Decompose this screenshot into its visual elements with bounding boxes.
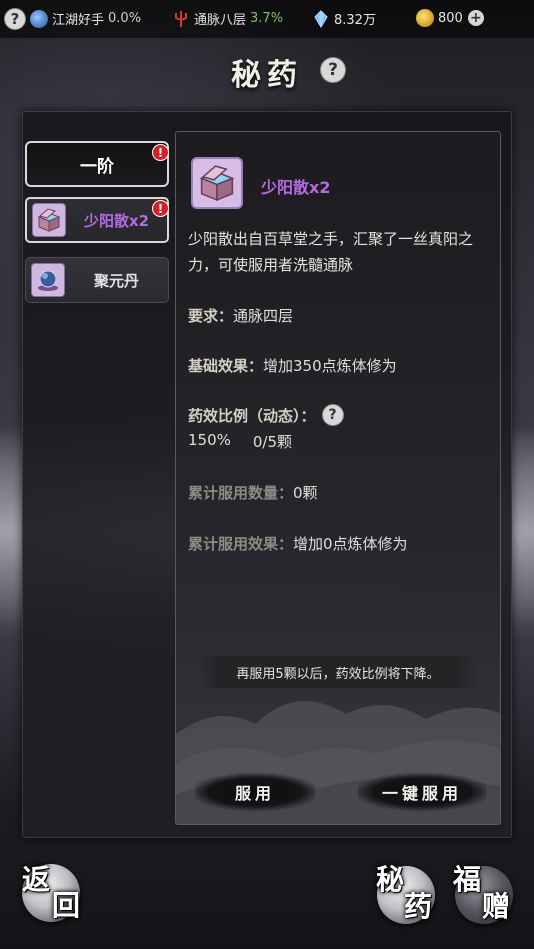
title-help-icon[interactable]: ? xyxy=(320,57,346,83)
orb-icon xyxy=(31,263,65,297)
tier-label: 一阶 xyxy=(80,156,114,177)
gift-text-bottom: 赠 xyxy=(482,890,511,923)
yinyang-icon xyxy=(30,9,48,28)
total-effect-label: 累计服用效果： xyxy=(188,535,294,553)
ratio-help-icon[interactable]: ? xyxy=(321,404,344,426)
item-alert-badge: ! xyxy=(152,200,169,217)
tier-alert-badge: ! xyxy=(152,144,169,161)
coin-count: 800 xyxy=(438,10,463,26)
coin-icon xyxy=(416,9,434,27)
item-juyuandan[interactable]: 聚元丹 xyxy=(25,257,169,303)
crystal-stat[interactable]: 8.32万 xyxy=(312,9,376,28)
selected-item-icon xyxy=(191,157,243,209)
requirement-value: 通脉四层 xyxy=(233,307,294,325)
dosage-notice: 再服用5颗以后，药效比例将下降。 xyxy=(198,656,478,688)
ratio-percent: 150% xyxy=(188,431,231,449)
total-effect-row: 累计服用效果： 增加0点炼体修为 xyxy=(188,533,408,554)
requirement-label: 要求： xyxy=(188,307,234,325)
elixir-text-top: 秘 xyxy=(376,863,405,896)
base-effect-value: 增加350点炼体修为 xyxy=(263,357,397,375)
total-count-row: 累计服用数量： 0颗 xyxy=(188,482,318,503)
page-title: 秘药 xyxy=(231,58,303,93)
item-label: 少阳散x2 xyxy=(83,211,150,230)
top-status-bar: ? 江湖好手 0.0% 通脉八层 3.7% 8.32万 800 + xyxy=(0,0,534,38)
trident-icon xyxy=(175,10,187,27)
ratio-label: 药效比例（动态）： xyxy=(188,406,316,425)
selected-item-name: 少阳散x2 xyxy=(261,178,331,197)
chest-icon xyxy=(32,203,66,237)
item-label: 聚元丹 xyxy=(93,271,139,290)
realm-name: 通脉八层 xyxy=(194,13,247,28)
item-shaoyangsan[interactable]: 少阳散x2 xyxy=(25,197,169,243)
requirement-row: 要求： 通脉四层 xyxy=(188,305,293,326)
take-button[interactable]: 服用 xyxy=(195,772,315,812)
crystal-count: 8.32万 xyxy=(334,13,376,28)
total-count-label: 累计服用数量： xyxy=(188,484,294,502)
rank-name: 江湖好手 xyxy=(52,13,105,28)
item-description: 少阳散出自百草堂之手，汇聚了一丝真阳之力，可使服用者洗髓通脉 xyxy=(188,230,474,274)
help-icon[interactable]: ? xyxy=(4,8,26,30)
ratio-row: 药效比例（动态）： ? xyxy=(188,404,344,426)
take-all-button[interactable]: 一键服用 xyxy=(358,772,486,812)
ratio-values: 150% 0/5颗 xyxy=(188,431,292,452)
realm-stat[interactable]: 通脉八层 3.7% xyxy=(172,9,283,28)
crystal-icon xyxy=(314,9,328,28)
total-count-value: 0颗 xyxy=(293,484,318,502)
base-effect-label: 基础效果： xyxy=(188,357,264,375)
total-effect-value: 增加0点炼体修为 xyxy=(293,535,408,553)
rank-stat[interactable]: 江湖好手 0.0% xyxy=(30,9,141,28)
back-text-bottom: 回 xyxy=(52,889,81,922)
rank-percent: 0.0% xyxy=(108,11,142,26)
plus-icon[interactable]: + xyxy=(467,10,484,26)
base-effect-row: 基础效果： 增加350点炼体修为 xyxy=(188,355,397,376)
gift-text-top: 福 xyxy=(453,863,482,896)
back-text-top: 返 xyxy=(22,863,51,896)
tier-tab[interactable]: 一阶 xyxy=(25,141,169,187)
realm-percent: 3.7% xyxy=(250,11,284,26)
elixir-text-bottom: 药 xyxy=(404,890,433,923)
coin-stat[interactable]: 800 + xyxy=(416,9,484,27)
ratio-count: 0/5颗 xyxy=(252,433,293,451)
